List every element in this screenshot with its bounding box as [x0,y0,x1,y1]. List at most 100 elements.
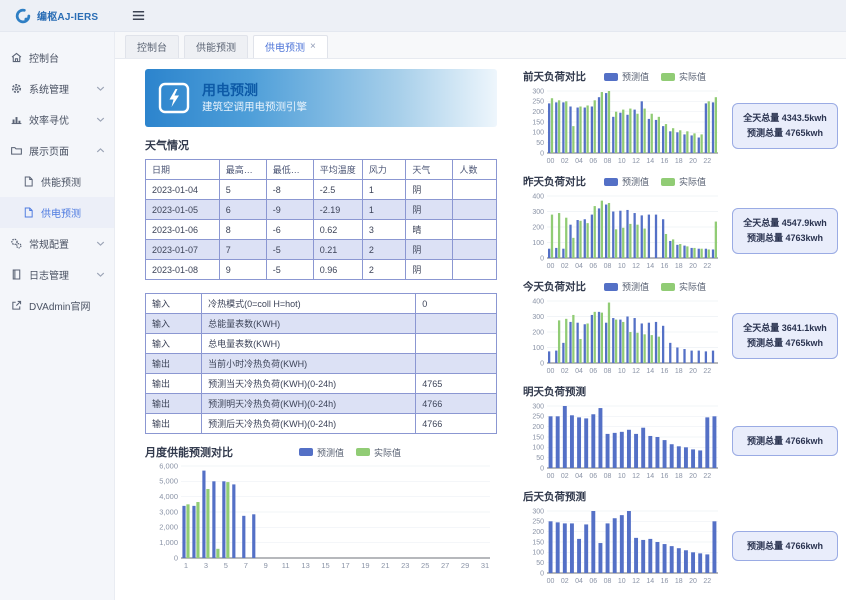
table-cell: 5 [219,180,266,200]
svg-text:16: 16 [661,158,669,165]
table-cell: 输出 [146,414,202,434]
predicted-legend-swatch [604,73,618,81]
svg-text:08: 08 [604,158,612,165]
book-icon [10,268,23,281]
table-cell: 晴 [406,220,453,240]
svg-text:20: 20 [689,368,697,375]
svg-text:27: 27 [441,561,449,570]
svg-text:50: 50 [536,560,544,567]
svg-text:29: 29 [461,561,469,570]
table-cell: 8 [219,220,266,240]
chart-yesterday: 0100200300400000204060810121416182022 [523,192,723,270]
section-body: 0100200300400000204060810121416182022全天总… [523,297,838,375]
tab-label: 供电预测 [265,39,305,54]
table-cell: 0 [416,294,497,314]
svg-text:19: 19 [361,561,369,570]
sidebar-item-general-config[interactable]: 常规配置 [0,228,114,259]
hamburger-menu-icon[interactable] [129,6,148,25]
table-row: 输入总电量表数(KWH) [146,334,497,354]
svg-text:18: 18 [675,368,683,375]
chart-tomorrow: 0501001502002503000002040608101214161820… [523,402,723,480]
chart-title-yesterday: 昨天负荷对比 [523,174,586,189]
svg-text:100: 100 [532,550,544,557]
tab-label: 供能预测 [196,39,236,54]
tab-energy-supply-forecast[interactable]: 供能预测 [184,35,248,58]
table-cell: 2 [362,240,406,260]
section-header: 后天负荷预测 [523,489,838,504]
svg-text:18: 18 [675,158,683,165]
table-cell: -5 [266,260,313,280]
svg-text:23: 23 [401,561,409,570]
svg-text:0: 0 [540,360,544,367]
sidebar-item-console[interactable]: 控制台 [0,42,114,73]
page-banner: 用电预测 建筑空调用电预测引擎 [145,69,497,127]
sidebar-item-system-management[interactable]: 系统管理 [0,73,114,104]
svg-text:0: 0 [540,150,544,157]
table-cell: 2023-01-04 [146,180,220,200]
svg-text:3: 3 [204,561,208,570]
sidebar-item-display-pages[interactable]: 展示页面 [0,135,114,166]
table-cell: 输出 [146,394,202,414]
table-cell [453,260,497,280]
chart-title-day-after-tomorrow: 后天负荷预测 [523,489,586,504]
section-header: 前天负荷对比预测值实际值 [523,69,838,84]
svg-text:02: 02 [561,368,569,375]
svg-text:6,000: 6,000 [159,462,178,470]
svg-text:200: 200 [532,424,544,431]
svg-text:10: 10 [618,158,626,165]
svg-text:20: 20 [689,158,697,165]
chart-day-before-yesterday: 0501001502002503000002040608101214161820… [523,87,723,165]
sidebar-item-efficiency-optimization[interactable]: 效率寻优 [0,104,114,135]
predicted-legend-swatch [604,178,618,186]
svg-text:00: 00 [547,263,555,270]
predicted-legend-swatch [604,283,618,291]
table-cell: 阴 [406,260,453,280]
svg-text:15: 15 [321,561,329,570]
table-cell: 4766 [416,414,497,434]
summary-line: 预测总量 4763kwh [739,231,831,246]
table-row: 2023-01-089-50.962阴 [146,260,497,280]
legend-label: 预测值 [622,175,649,188]
svg-text:50: 50 [536,455,544,462]
sidebar-item-power-supply-forecast[interactable]: 供电预测 [0,197,114,228]
table-cell: 阴 [406,200,453,220]
tab-power-supply-forecast[interactable]: 供电预测 × [253,35,328,58]
svg-text:150: 150 [532,119,544,126]
file-icon [22,206,35,219]
top-bar: 编枢AJ-IERS [0,0,846,32]
table-cell: 当前小时冷热负荷(KWH) [202,354,416,374]
sidebar-item-log-management[interactable]: 日志管理 [0,259,114,290]
section-header: 明天负荷预测 [523,384,838,399]
svg-text:300: 300 [532,88,544,95]
actual-legend-swatch [661,178,675,186]
sidebar-item-dvadmin-site[interactable]: DVAdmin官网 [0,290,114,321]
close-icon[interactable]: × [310,42,316,52]
svg-text:22: 22 [703,473,711,480]
sidebar-item-energy-supply-forecast[interactable]: 供能预测 [0,166,114,197]
svg-text:08: 08 [604,578,612,585]
svg-text:04: 04 [575,158,583,165]
summary-card-day-before-yesterday: 全天总量 4343.5kwh预测总量 4765kwh [732,103,838,149]
svg-text:04: 04 [575,473,583,480]
gear-icon [10,82,23,95]
weather-table: 日期最高温度最低温度平均温度风力天气人数2023-01-045-8-2.51阴2… [145,159,497,280]
svg-text:200: 200 [532,224,544,231]
svg-text:300: 300 [532,314,544,321]
svg-text:08: 08 [604,263,612,270]
svg-text:06: 06 [589,158,597,165]
section-body: 0100200300400000204060810121416182022全天总… [523,192,838,270]
svg-text:00: 00 [547,578,555,585]
svg-text:16: 16 [661,473,669,480]
tab-console[interactable]: 控制台 [125,35,179,58]
summary-card-today: 全天总量 3641.1kwh预测总量 4765kwh [732,313,838,359]
svg-text:20: 20 [689,473,697,480]
predicted-legend-swatch [299,448,313,456]
svg-text:00: 00 [547,368,555,375]
input-output-table: 输入冷热模式(0=coll H=hot)0输入总能量表数(KWH)输入总电量表数… [145,293,497,434]
table-cell [416,334,497,354]
svg-text:200: 200 [532,109,544,116]
svg-text:150: 150 [532,434,544,441]
sidebar-item-label: 展示页面 [29,143,94,158]
sidebar-submenu: 供能预测供电预测 [0,166,114,228]
table-cell: 2023-01-06 [146,220,220,240]
